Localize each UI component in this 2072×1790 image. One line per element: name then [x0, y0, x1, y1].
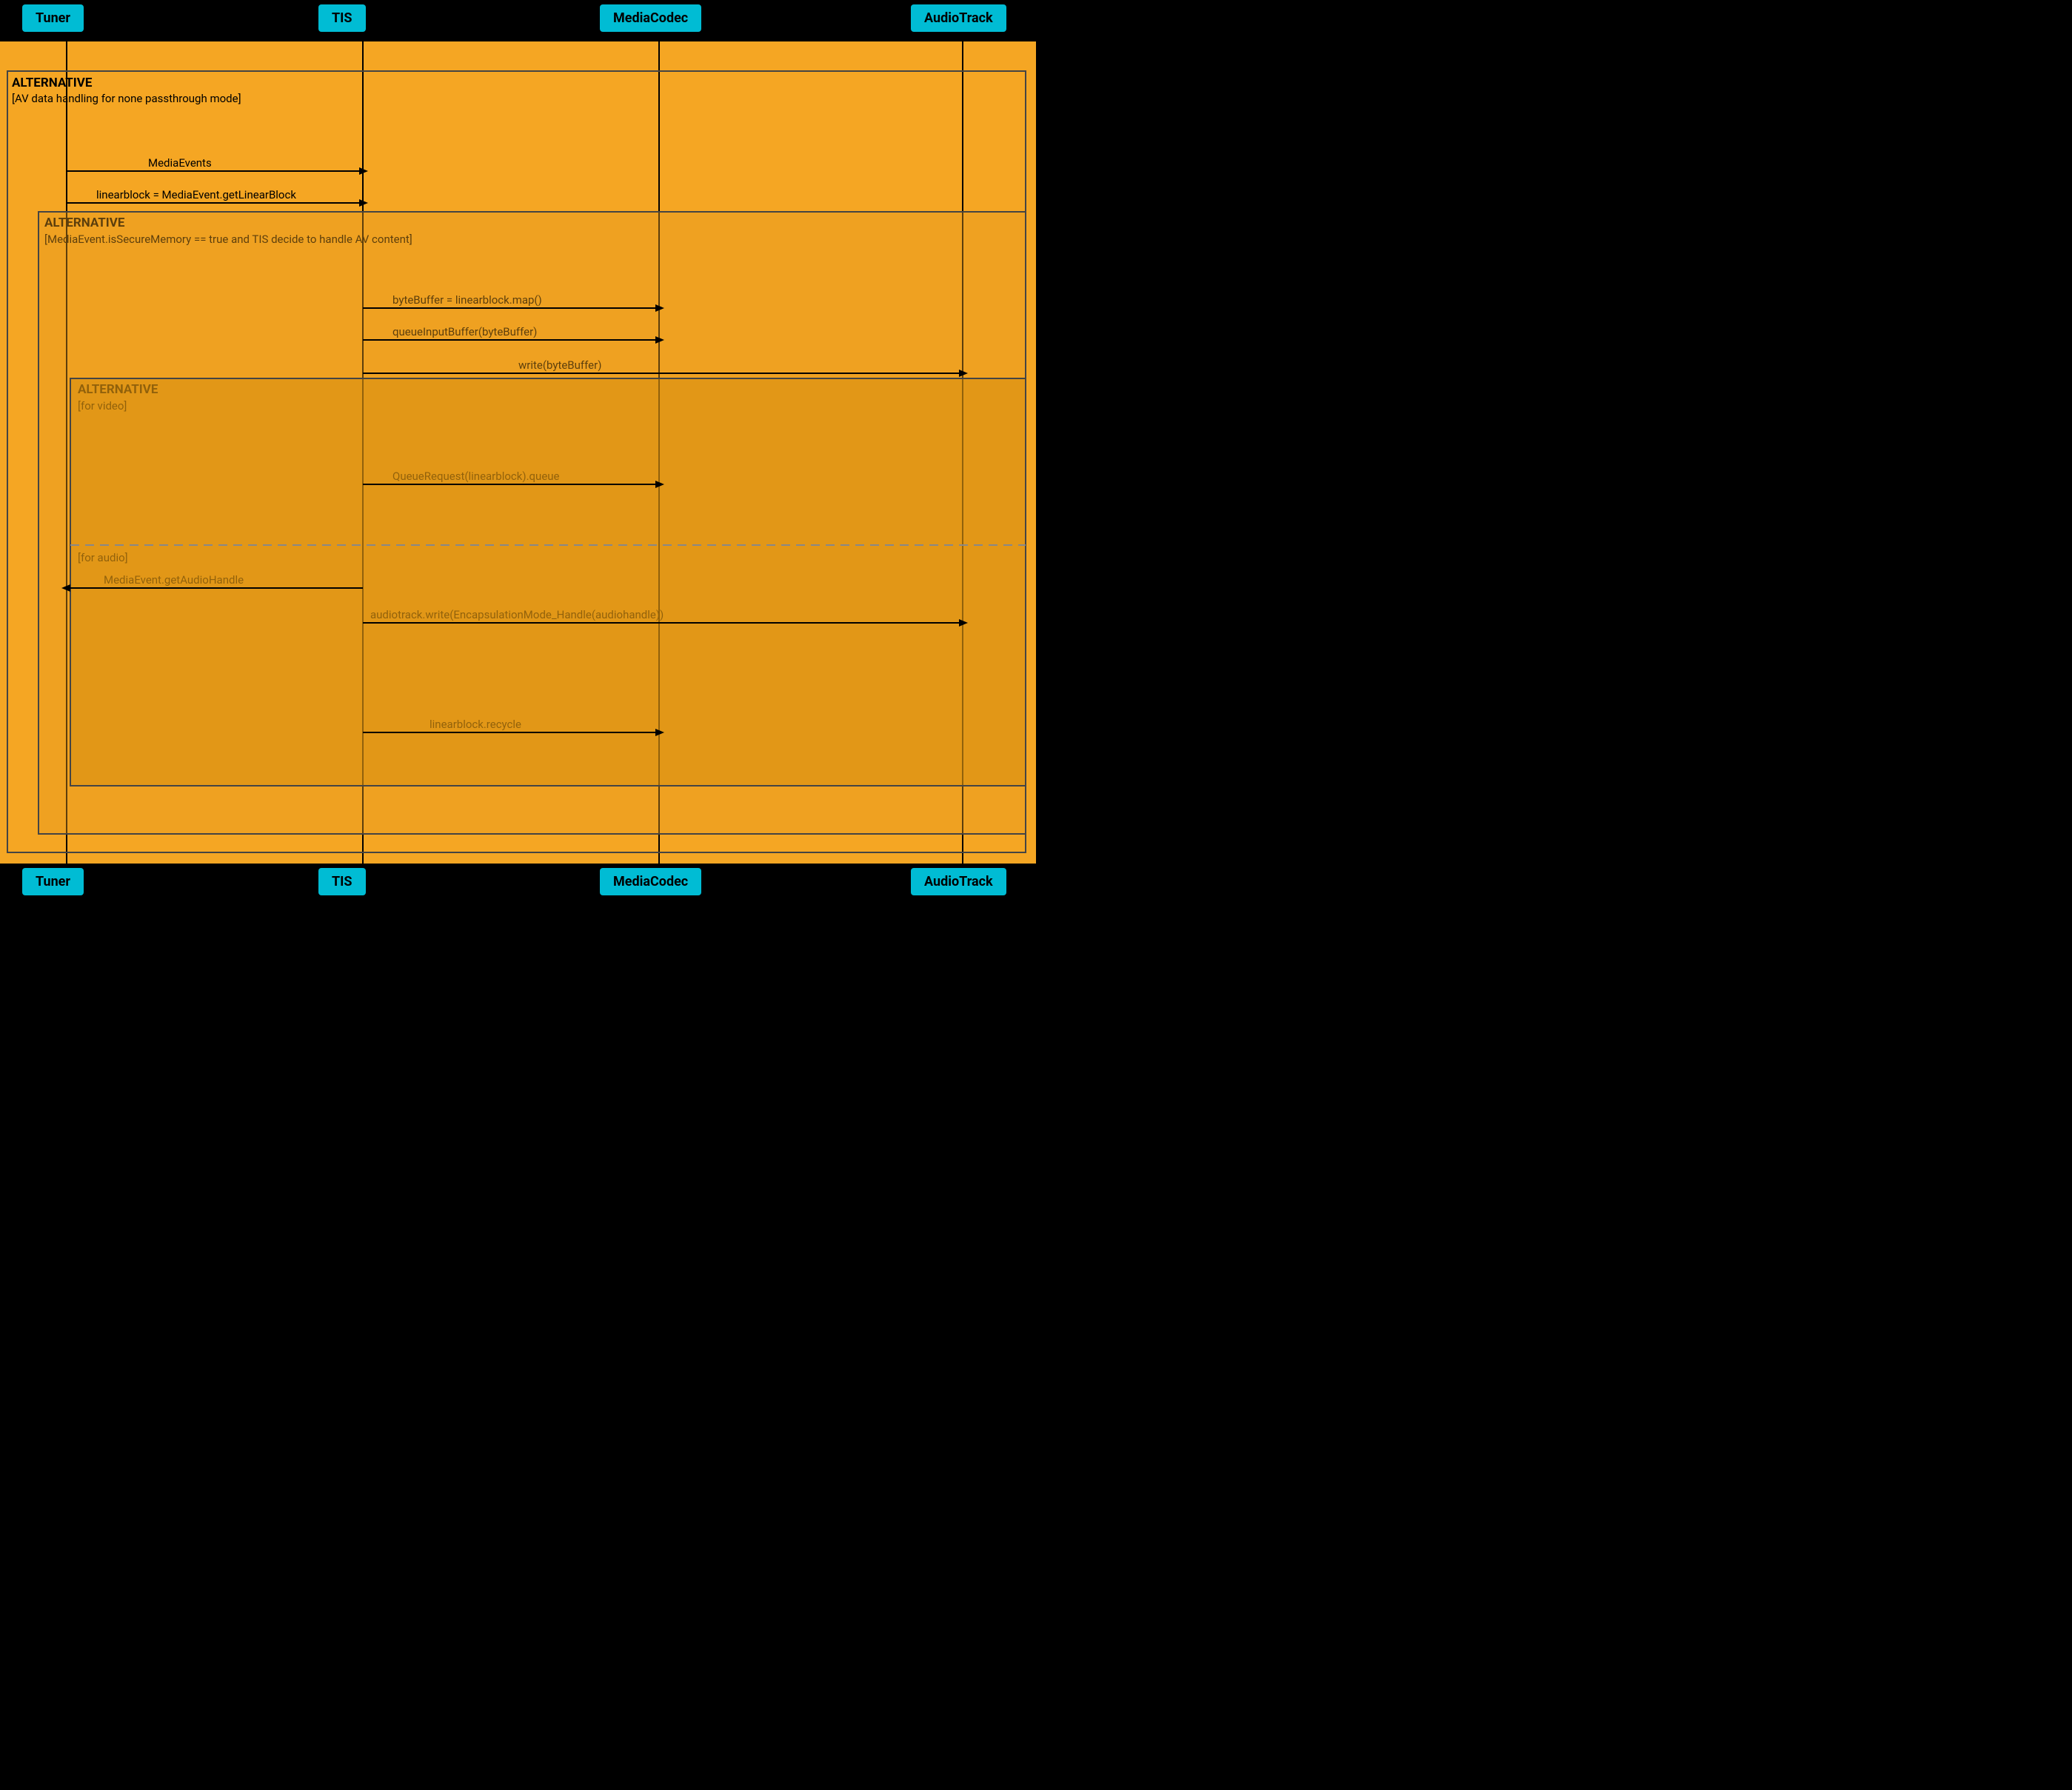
inner-alt2-label: ALTERNATIVE — [78, 382, 158, 397]
msg5-label: write(byteBuffer) — [518, 358, 601, 372]
msg9-label: linearblock.recycle — [430, 718, 521, 731]
msg7-label: MediaEvent.getAudioHandle — [104, 573, 244, 587]
outer-alt-condition: [AV data handling for none passthrough m… — [12, 92, 241, 105]
inner-alt1-condition: [MediaEvent.isSecureMemory == true and T… — [44, 233, 412, 246]
inner-alt1-label: ALTERNATIVE — [44, 216, 124, 230]
inner-alt2-condition-video: [for video] — [78, 399, 127, 413]
header-bar: Tuner TIS MediaCodec AudioTrack — [0, 0, 1036, 41]
msg2-label: linearblock = MediaEvent.getLinearBlock — [96, 188, 296, 201]
msg1-label: MediaEvents — [148, 156, 212, 170]
outer-alt-label: ALTERNATIVE — [12, 76, 92, 90]
actor-audiotrack-bottom: AudioTrack — [911, 868, 1006, 895]
msg3-label: byteBuffer = linearblock.map() — [392, 293, 542, 307]
actor-tis-bottom: TIS — [318, 868, 366, 895]
actor-mediacodec-bottom: MediaCodec — [600, 868, 701, 895]
diagram-container: Tuner TIS MediaCodec AudioTrack — [0, 0, 1036, 905]
msg8-label: audiotrack.write(EncapsulationMode_Handl… — [370, 608, 664, 621]
msg4-label: queueInputBuffer(byteBuffer) — [392, 325, 537, 338]
actor-tuner-top: Tuner — [22, 4, 84, 32]
inner-alt2-condition-audio: [for audio] — [78, 551, 128, 564]
actor-audiotrack-top: AudioTrack — [911, 4, 1006, 32]
actor-tis-top: TIS — [318, 4, 366, 32]
actor-mediacodec-top: MediaCodec — [600, 4, 701, 32]
msg6-label: QueueRequest(linearblock).queue — [392, 470, 560, 483]
footer-bar: Tuner TIS MediaCodec AudioTrack — [0, 864, 1036, 905]
actor-tuner-bottom: Tuner — [22, 868, 84, 895]
diagram-body: ALTERNATIVE [AV data handling for none p… — [0, 41, 1036, 864]
